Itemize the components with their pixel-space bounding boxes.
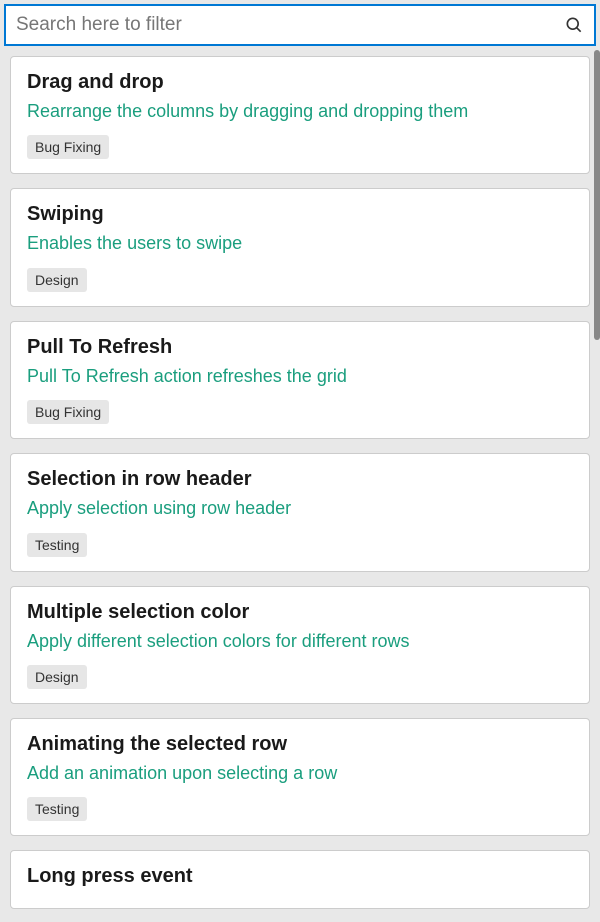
list-item[interactable]: Long press event (10, 850, 590, 909)
list-item[interactable]: Drag and drop Rearrange the columns by d… (10, 56, 590, 174)
item-title: Swiping (27, 203, 573, 226)
item-tag: Testing (27, 797, 87, 821)
item-tag: Bug Fixing (27, 135, 109, 159)
item-tag: Bug Fixing (27, 400, 109, 424)
list-item[interactable]: Pull To Refresh Pull To Refresh action r… (10, 321, 590, 439)
item-description: Apply different selection colors for dif… (27, 630, 573, 653)
item-description: Add an animation upon selecting a row (27, 762, 573, 785)
search-icon[interactable] (564, 15, 584, 35)
list-item[interactable]: Multiple selection color Apply different… (10, 586, 590, 704)
item-title: Pull To Refresh (27, 336, 573, 359)
list-item[interactable]: Selection in row header Apply selection … (10, 453, 590, 571)
item-description: Enables the users to swipe (27, 232, 573, 255)
item-tag: Design (27, 268, 87, 292)
item-title: Multiple selection color (27, 601, 573, 624)
list-container[interactable]: Drag and drop Rearrange the columns by d… (0, 50, 600, 918)
item-description: Apply selection using row header (27, 497, 573, 520)
search-bar[interactable] (4, 4, 596, 46)
scrollbar-thumb[interactable] (594, 50, 600, 340)
list-item[interactable]: Animating the selected row Add an animat… (10, 718, 590, 836)
item-description: Rearrange the columns by dragging and dr… (27, 100, 573, 123)
item-tag: Testing (27, 533, 87, 557)
item-title: Selection in row header (27, 468, 573, 491)
list-item[interactable]: Swiping Enables the users to swipe Desig… (10, 188, 590, 306)
search-input[interactable] (16, 14, 564, 36)
item-description: Pull To Refresh action refreshes the gri… (27, 365, 573, 388)
item-tag: Design (27, 665, 87, 689)
item-title: Long press event (27, 865, 573, 888)
item-title: Drag and drop (27, 71, 573, 94)
item-title: Animating the selected row (27, 733, 573, 756)
